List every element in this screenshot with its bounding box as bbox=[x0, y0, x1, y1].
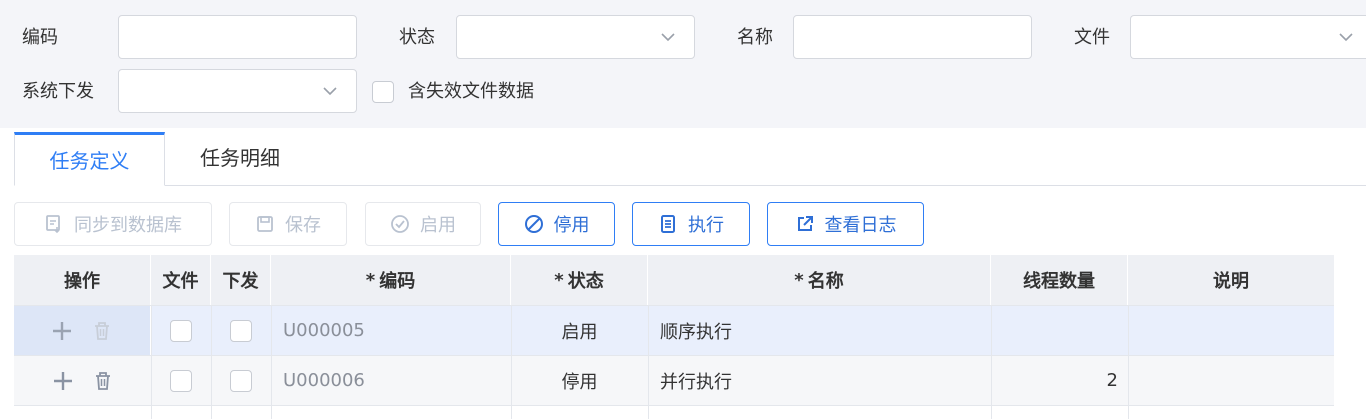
check-circle-icon bbox=[391, 215, 409, 233]
file-checkbox[interactable] bbox=[170, 369, 192, 392]
code-filter-label: 编码 bbox=[22, 27, 58, 48]
trash-icon[interactable] bbox=[91, 320, 113, 342]
filter-panel: 编码 状态 名称 文件 系统下发 含失效文件数据 bbox=[0, 0, 1366, 128]
disable-button[interactable]: 停用 bbox=[498, 202, 615, 246]
header-description[interactable]: 说明 bbox=[1128, 255, 1334, 305]
row-status-cell[interactable]: 停用 bbox=[511, 356, 648, 405]
include-invalid-label: 含失效文件数据 bbox=[408, 81, 534, 102]
dispatch-checkbox[interactable] bbox=[230, 369, 252, 392]
row-ops-cell bbox=[14, 306, 151, 355]
row-dispatch-cell bbox=[211, 356, 271, 405]
save-icon bbox=[257, 216, 273, 232]
table-row-empty bbox=[14, 406, 1334, 419]
header-status[interactable]: * 状态 bbox=[511, 255, 648, 305]
header-code-label: 编码 bbox=[379, 271, 416, 292]
column-divider bbox=[151, 406, 152, 419]
name-filter-input[interactable] bbox=[793, 15, 1032, 59]
row-file-cell bbox=[151, 306, 211, 355]
table-header: 操作 文件 下发 * 编码 * 状态 * 名称 线程数量 说明 bbox=[14, 255, 1334, 305]
sync-to-database-button[interactable]: 同步到数据库 bbox=[14, 202, 212, 246]
row-description-cell[interactable] bbox=[1128, 306, 1334, 355]
header-file: 文件 bbox=[151, 255, 211, 305]
header-threads[interactable]: 线程数量 bbox=[991, 255, 1128, 305]
enable-button[interactable]: 启用 bbox=[365, 202, 481, 246]
header-ops: 操作 bbox=[14, 255, 151, 305]
add-icon[interactable] bbox=[51, 320, 73, 342]
header-name[interactable]: * 名称 bbox=[648, 255, 991, 305]
column-divider bbox=[648, 406, 649, 419]
include-invalid-checkbox[interactable] bbox=[372, 81, 394, 103]
view-log-button-label: 查看日志 bbox=[824, 215, 897, 236]
row-status-cell[interactable]: 启用 bbox=[511, 306, 648, 355]
view-log-button[interactable]: 查看日志 bbox=[767, 202, 924, 246]
column-divider bbox=[991, 406, 992, 419]
execute-button[interactable]: 执行 bbox=[632, 202, 750, 246]
row-name-cell[interactable]: 并行执行 bbox=[648, 356, 991, 405]
required-mark: * bbox=[794, 269, 804, 291]
save-button[interactable]: 保存 bbox=[229, 202, 347, 246]
tab-bar: 任务定义 任务明细 bbox=[0, 128, 1366, 186]
execute-button-label: 执行 bbox=[688, 215, 724, 236]
header-dispatch: 下发 bbox=[211, 255, 271, 305]
table-row[interactable]: U000006 停用 并行执行 2 bbox=[14, 356, 1334, 405]
row-name-cell[interactable]: 顺序执行 bbox=[648, 306, 991, 355]
enable-button-label: 启用 bbox=[420, 215, 456, 236]
row-code-cell[interactable]: U000005 bbox=[271, 306, 511, 355]
trash-icon[interactable] bbox=[92, 370, 114, 392]
chevron-down-icon bbox=[323, 87, 337, 96]
sync-button-label: 同步到数据库 bbox=[74, 215, 182, 236]
column-divider bbox=[211, 406, 212, 419]
header-status-label: 状态 bbox=[567, 271, 604, 292]
header-name-label: 名称 bbox=[807, 271, 844, 292]
status-filter-label: 状态 bbox=[399, 27, 435, 48]
status-filter-select[interactable] bbox=[456, 15, 695, 59]
file-filter-label: 文件 bbox=[1074, 27, 1110, 48]
row-description-cell[interactable] bbox=[1128, 356, 1334, 405]
row-ops-cell bbox=[14, 356, 151, 405]
column-divider bbox=[271, 406, 272, 419]
column-divider bbox=[511, 406, 512, 419]
file-filter-select[interactable] bbox=[1130, 15, 1366, 59]
tab-task-detail[interactable]: 任务明细 bbox=[166, 132, 314, 186]
system-dispatch-label: 系统下发 bbox=[22, 81, 94, 102]
row-threads-cell[interactable]: 2 bbox=[991, 356, 1128, 405]
row-dispatch-cell bbox=[211, 306, 271, 355]
column-divider bbox=[1128, 406, 1129, 419]
chevron-down-icon bbox=[1339, 33, 1353, 42]
required-mark: * bbox=[365, 269, 376, 291]
code-filter-input[interactable] bbox=[118, 15, 357, 59]
row-file-cell bbox=[151, 356, 211, 405]
external-link-icon bbox=[797, 216, 813, 231]
add-icon[interactable] bbox=[52, 370, 74, 392]
table-row[interactable]: U000005 启用 顺序执行 bbox=[14, 306, 1334, 355]
save-button-label: 保存 bbox=[285, 215, 321, 236]
tab-task-definition[interactable]: 任务定义 bbox=[14, 132, 165, 186]
row-threads-cell[interactable] bbox=[991, 306, 1128, 355]
required-mark: * bbox=[554, 269, 564, 291]
file-checkbox[interactable] bbox=[170, 319, 192, 342]
dispatch-checkbox[interactable] bbox=[230, 319, 252, 342]
row-code-cell[interactable]: U000006 bbox=[271, 356, 511, 405]
disable-button-label: 停用 bbox=[553, 215, 590, 236]
name-filter-label: 名称 bbox=[737, 27, 773, 48]
header-code[interactable]: * 编码 bbox=[271, 255, 511, 305]
chevron-down-icon bbox=[661, 33, 675, 42]
ban-icon bbox=[524, 215, 543, 233]
document-icon bbox=[661, 215, 675, 233]
system-dispatch-select[interactable] bbox=[118, 69, 357, 113]
sync-icon bbox=[46, 215, 60, 234]
